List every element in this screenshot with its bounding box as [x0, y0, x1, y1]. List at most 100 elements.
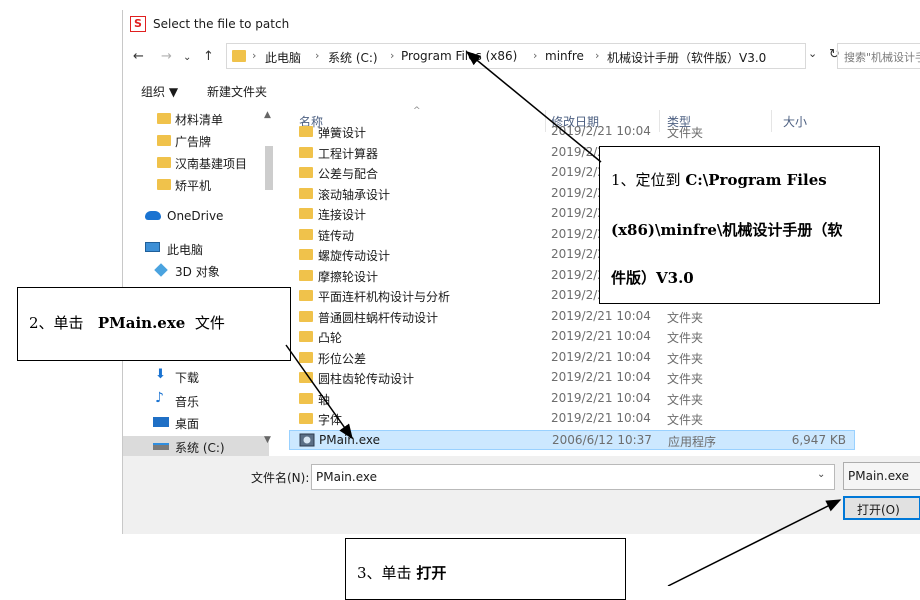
- filename-label: 文件名(N):: [251, 471, 310, 485]
- filename-value: PMain.exe: [316, 470, 377, 484]
- folder-icon: [299, 167, 313, 178]
- breadcrumb-program-files[interactable]: Program Files (x86): [401, 49, 517, 63]
- sidebar-item-guanggao[interactable]: 广告牌: [123, 130, 269, 152]
- folder-icon: [299, 126, 313, 137]
- drive-icon: [153, 443, 169, 450]
- address-dropdown-icon[interactable]: ⌄: [808, 47, 817, 60]
- callout-2-target: PMain.exe: [97, 314, 186, 332]
- file-name: 公差与配合: [318, 167, 379, 181]
- file-name: 形位公差: [318, 351, 367, 366]
- callout-1-path: C:\Program Files: [685, 171, 827, 189]
- navigation-pane: 材料清单 广告牌 汉南基建项目 矫平机 OneDrive 此电脑 3D 对象 ⬇: [123, 108, 283, 458]
- folder-row[interactable]: 普通圆柱蜗杆传动设计 2019/2/21 10:04 文件夹: [289, 307, 855, 327]
- folder-icon: [299, 392, 313, 404]
- breadcrumb-system-c[interactable]: 系统 (C:): [328, 49, 378, 66]
- open-button-label: 打开(O): [857, 503, 900, 517]
- sidebar-item-cailiao[interactable]: 材料清单: [123, 108, 269, 130]
- file-date: 2019/2/21 10:04: [551, 411, 651, 425]
- dialog-footer: 文件名(N): PMain.exe ⌄ PMain.exe 打开(O): [123, 456, 920, 534]
- breadcrumb-this-pc[interactable]: 此电脑: [265, 49, 301, 66]
- file-type-select[interactable]: PMain.exe: [843, 462, 920, 490]
- sidebar-item-downloads[interactable]: ⬇ 下载: [123, 366, 269, 388]
- filename-input[interactable]: PMain.exe: [311, 464, 835, 490]
- sidebar-scrollbar[interactable]: ▲ ▼: [263, 110, 277, 448]
- sidebar-item-label: 汉南基建项目: [175, 157, 248, 171]
- organize-button[interactable]: 组织 ▼: [141, 83, 178, 100]
- folder-icon: [232, 50, 246, 62]
- callout-1-path: 件版）V3.0: [611, 269, 694, 287]
- file-date: 2019/2/21 10:04: [551, 390, 651, 405]
- scroll-thumb[interactable]: [265, 146, 273, 190]
- folder-row[interactable]: 形位公差 2019/2/21 10:04 文件夹: [289, 348, 855, 368]
- arrow-right-icon[interactable]: →: [161, 49, 172, 64]
- folder-row[interactable]: 轴 2019/2/21 10:04 文件夹: [289, 389, 855, 409]
- sidebar-item-system-c[interactable]: 系统 (C:): [123, 436, 269, 458]
- arrow-left-icon[interactable]: ←: [133, 49, 144, 64]
- window-title: Select the file to patch: [153, 17, 290, 31]
- folder-row[interactable]: 圆柱齿轮传动设计 2019/2/21 10:04 文件夹: [289, 368, 855, 388]
- new-folder-button[interactable]: 新建文件夹: [207, 83, 267, 100]
- folder-row[interactable]: 凸轮 2019/2/21 10:04 文件夹: [289, 327, 855, 347]
- sort-up-icon: ^: [413, 106, 421, 116]
- file-name: 滚动轴承设计: [318, 187, 391, 202]
- folder-icon: [157, 135, 171, 146]
- download-icon: ⬇: [155, 367, 166, 382]
- file-type: 文件夹: [667, 310, 704, 325]
- file-type: 应用程序: [668, 434, 717, 449]
- folder-row[interactable]: 字体 2019/2/21 10:04 文件夹: [289, 409, 855, 429]
- sidebar-item-label: 音乐: [175, 395, 200, 409]
- callout-1-path: 机械设计手册（软: [722, 221, 843, 239]
- sidebar-item-label: 材料清单: [175, 113, 224, 127]
- open-button[interactable]: 打开(O): [843, 496, 920, 520]
- file-name: 螺旋传动设计: [318, 249, 391, 263]
- file-name: 字体: [318, 413, 343, 427]
- folder-icon: [299, 351, 313, 363]
- filename-dropdown-icon[interactable]: ⌄: [817, 469, 825, 480]
- folder-icon: [299, 372, 313, 383]
- file-name: 轴: [318, 392, 331, 407]
- sidebar-item-label: 广告牌: [175, 135, 212, 149]
- sidebar-item-music[interactable]: ♪ 音乐: [123, 390, 269, 412]
- callout-2-suffix: 文件: [194, 314, 225, 332]
- scroll-down-icon[interactable]: ▼: [264, 435, 271, 445]
- file-name: 连接设计: [318, 208, 367, 222]
- callout-step-2: 2、单击 PMain.exe 文件: [17, 287, 291, 361]
- callout-1-step: 1、定位到: [611, 171, 686, 189]
- chevron-down-icon[interactable]: ⌄: [183, 52, 191, 63]
- file-size: 6,947 KB: [791, 432, 846, 447]
- title-bar: S Select the file to patch: [123, 10, 920, 40]
- breadcrumb-separator: ›: [390, 49, 395, 62]
- search-input[interactable]: 搜索"机械设计手册（软件版）V3.0": [837, 43, 920, 69]
- breadcrumb-current-folder[interactable]: 机械设计手册（软件版）V3.0: [607, 49, 766, 66]
- sidebar-item-this-pc[interactable]: 此电脑: [123, 238, 269, 260]
- folder-icon: [299, 146, 313, 158]
- sidebar-item-desktop[interactable]: 桌面: [123, 412, 269, 434]
- file-date: 2019/2/21 10:04: [551, 370, 651, 384]
- file-date: 2006/6/12 10:37: [552, 432, 652, 447]
- file-name: PMain.exe: [319, 432, 380, 447]
- file-row-pmain[interactable]: PMain.exe 2006/6/12 10:37 应用程序 6,947 KB: [289, 429, 855, 450]
- sidebar-item-jiaoping[interactable]: 矫平机: [123, 174, 269, 196]
- file-name: 弹簧设计: [318, 126, 367, 140]
- scroll-up-icon[interactable]: ▲: [264, 110, 271, 120]
- file-name: 圆柱齿轮传动设计: [318, 372, 415, 386]
- sidebar-item-onedrive[interactable]: OneDrive: [123, 206, 269, 228]
- breadcrumb-separator: ›: [595, 49, 600, 62]
- file-name: 凸轮: [318, 331, 343, 345]
- folder-row[interactable]: 弹簧设计 2019/2/21 10:04 文件夹: [289, 122, 855, 142]
- sidebar-item-hannan[interactable]: 汉南基建项目: [123, 152, 269, 174]
- callout-2-step: 2、单击: [29, 314, 89, 332]
- file-type-value: PMain.exe: [848, 469, 909, 483]
- file-date: 2019/2/21 10:04: [551, 124, 651, 138]
- breadcrumb-minfre[interactable]: minfre: [545, 49, 584, 63]
- desktop-icon: [153, 417, 169, 427]
- arrow-up-icon[interactable]: ↑: [203, 49, 214, 64]
- file-date: 2019/2/21 10:04: [551, 349, 651, 364]
- sidebar-item-3d-objects[interactable]: 3D 对象: [123, 260, 269, 282]
- computer-icon: [145, 242, 160, 252]
- folder-icon: [299, 208, 313, 219]
- sidebar-item-label: 矫平机: [175, 179, 212, 193]
- folder-icon: [299, 249, 313, 260]
- callout-3-step: 3、单击: [357, 564, 417, 582]
- address-bar[interactable]: › 此电脑 › 系统 (C:) › Program Files (x86) › …: [226, 43, 806, 69]
